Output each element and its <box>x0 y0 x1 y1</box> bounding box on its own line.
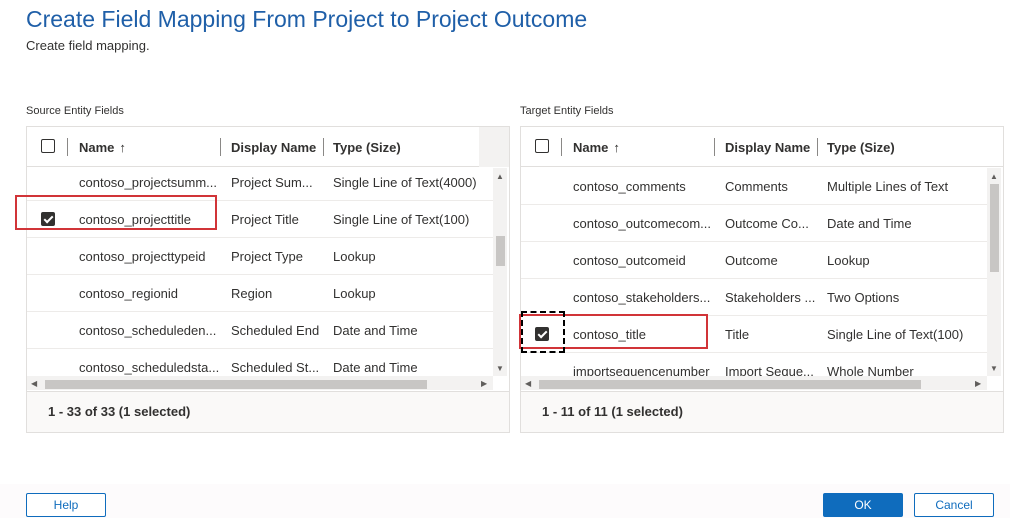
row-display-name: Stakeholders ... <box>725 290 815 305</box>
source-grid-header: Name ↑ Display Name Type (Size) <box>27 127 509 167</box>
row-display-name: Comments <box>725 179 788 194</box>
ok-button[interactable]: OK <box>823 493 903 517</box>
row-display-name: Outcome Co... <box>725 216 809 231</box>
source-grid: Name ↑ Display Name Type (Size) contoso_… <box>26 126 510 433</box>
target-grid: Name ↑ Display Name Type (Size) contoso_… <box>520 126 1004 433</box>
row-display-name: Outcome <box>725 253 778 268</box>
source-grid-footer: 1 - 33 of 33 (1 selected) <box>27 391 509 432</box>
column-separator <box>817 138 818 156</box>
target-section-label: Target Entity Fields <box>520 105 614 117</box>
row-display-name: Project Title <box>231 212 299 227</box>
source-section-label: Source Entity Fields <box>26 105 124 117</box>
column-separator <box>561 138 562 156</box>
target-col-type[interactable]: Type (Size) <box>827 127 895 167</box>
row-name: contoso_comments <box>573 179 686 194</box>
target-grid-header: Name ↑ Display Name Type (Size) <box>521 127 1003 167</box>
row-display-name: Project Sum... <box>231 175 313 190</box>
table-row[interactable]: contoso_outcomeid Outcome Lookup <box>521 242 987 279</box>
target-col-display-name[interactable]: Display Name <box>725 127 810 167</box>
table-row[interactable]: contoso_outcomecom... Outcome Co... Date… <box>521 205 987 242</box>
source-col-type[interactable]: Type (Size) <box>333 127 401 167</box>
row-type: Lookup <box>333 286 376 301</box>
table-row[interactable]: contoso_title Title Single Line of Text(… <box>521 316 987 353</box>
source-vertical-scrollbar[interactable]: ▲ ▼ <box>493 168 507 376</box>
row-display-name: Project Type <box>231 249 304 264</box>
target-col-name[interactable]: Name ↑ <box>573 127 620 167</box>
row-name: contoso_projecttypeid <box>79 249 206 264</box>
table-row[interactable]: contoso_regionid Region Lookup <box>27 275 493 312</box>
row-type: Date and Time <box>827 216 912 231</box>
row-type: Lookup <box>827 253 870 268</box>
row-name: contoso_outcomecom... <box>573 216 712 231</box>
table-row[interactable]: contoso_stakeholders... Stakeholders ...… <box>521 279 987 316</box>
row-name: contoso_projecttitle <box>79 212 192 227</box>
row-name: contoso_stakeholders... <box>573 290 711 305</box>
scroll-up-icon[interactable]: ▲ <box>496 172 504 182</box>
row-name: contoso_projectsumm... <box>79 175 218 190</box>
table-row[interactable]: contoso_comments Comments Multiple Lines… <box>521 168 987 205</box>
row-checkbox[interactable] <box>535 327 549 341</box>
row-type: Single Line of Text(100) <box>827 327 964 342</box>
table-row[interactable]: contoso_scheduleden... Scheduled End Dat… <box>27 312 493 349</box>
target-grid-footer: 1 - 11 of 11 (1 selected) <box>521 391 1003 432</box>
table-row[interactable]: contoso_projecttitle Project Title Singl… <box>27 201 493 238</box>
target-rows: contoso_comments Comments Multiple Lines… <box>521 168 987 402</box>
source-horizontal-scrollbar[interactable]: ◀ ▶ <box>27 376 493 390</box>
row-name: contoso_regionid <box>79 286 179 301</box>
row-name: contoso_scheduleden... <box>79 323 217 338</box>
source-select-all-checkbox[interactable] <box>41 139 55 153</box>
row-type: Date and Time <box>333 323 418 338</box>
scroll-left-icon[interactable]: ◀ <box>31 379 37 389</box>
column-separator <box>323 138 324 156</box>
row-checkbox[interactable] <box>41 212 55 226</box>
table-row[interactable]: contoso_projecttypeid Project Type Looku… <box>27 238 493 275</box>
source-col-display-name[interactable]: Display Name <box>231 127 316 167</box>
scroll-right-icon[interactable]: ▶ <box>975 379 981 389</box>
scroll-thumb[interactable] <box>539 380 921 389</box>
column-separator <box>714 138 715 156</box>
scroll-right-icon[interactable]: ▶ <box>481 379 487 389</box>
row-type: Two Options <box>827 290 900 305</box>
row-type: Single Line of Text(4000) <box>333 175 477 190</box>
header-scroll-spacer <box>479 127 509 167</box>
scroll-thumb[interactable] <box>496 236 505 266</box>
row-display-name: Region <box>231 286 273 301</box>
scroll-down-icon[interactable]: ▼ <box>496 364 504 374</box>
scroll-left-icon[interactable]: ◀ <box>525 379 531 389</box>
sort-ascending-icon: ↑ <box>119 139 126 155</box>
row-type: Multiple Lines of Text <box>827 179 949 194</box>
column-separator <box>67 138 68 156</box>
target-vertical-scrollbar[interactable]: ▲ ▼ <box>987 168 1001 376</box>
target-record-count: 1 - 11 of 11 (1 selected) <box>542 404 683 419</box>
scroll-up-icon[interactable]: ▲ <box>990 172 998 182</box>
source-rows: contoso_projectsumm... Project Sum... Si… <box>27 168 493 402</box>
row-type: Single Line of Text(100) <box>333 212 470 227</box>
source-record-count: 1 - 33 of 33 (1 selected) <box>48 404 191 419</box>
row-name: contoso_outcomeid <box>573 253 686 268</box>
row-name: contoso_title <box>573 327 646 342</box>
target-select-all-checkbox[interactable] <box>535 139 549 153</box>
row-display-name: Title <box>725 327 750 342</box>
scroll-thumb[interactable] <box>990 184 999 272</box>
dialog-title: Create Field Mapping From Project to Pro… <box>26 6 588 32</box>
cancel-button[interactable]: Cancel <box>914 493 994 517</box>
table-row[interactable]: contoso_projectsumm... Project Sum... Si… <box>27 168 493 201</box>
scroll-down-icon[interactable]: ▼ <box>990 364 998 374</box>
row-type: Lookup <box>333 249 376 264</box>
scroll-thumb[interactable] <box>45 380 427 389</box>
help-button[interactable]: Help <box>26 493 106 517</box>
row-display-name: Scheduled End <box>231 323 320 338</box>
sort-ascending-icon: ↑ <box>613 139 620 155</box>
source-col-name[interactable]: Name ↑ <box>79 127 126 167</box>
dialog-subtitle: Create field mapping. <box>26 38 150 53</box>
column-separator <box>220 138 221 156</box>
target-horizontal-scrollbar[interactable]: ◀ ▶ <box>521 376 987 390</box>
